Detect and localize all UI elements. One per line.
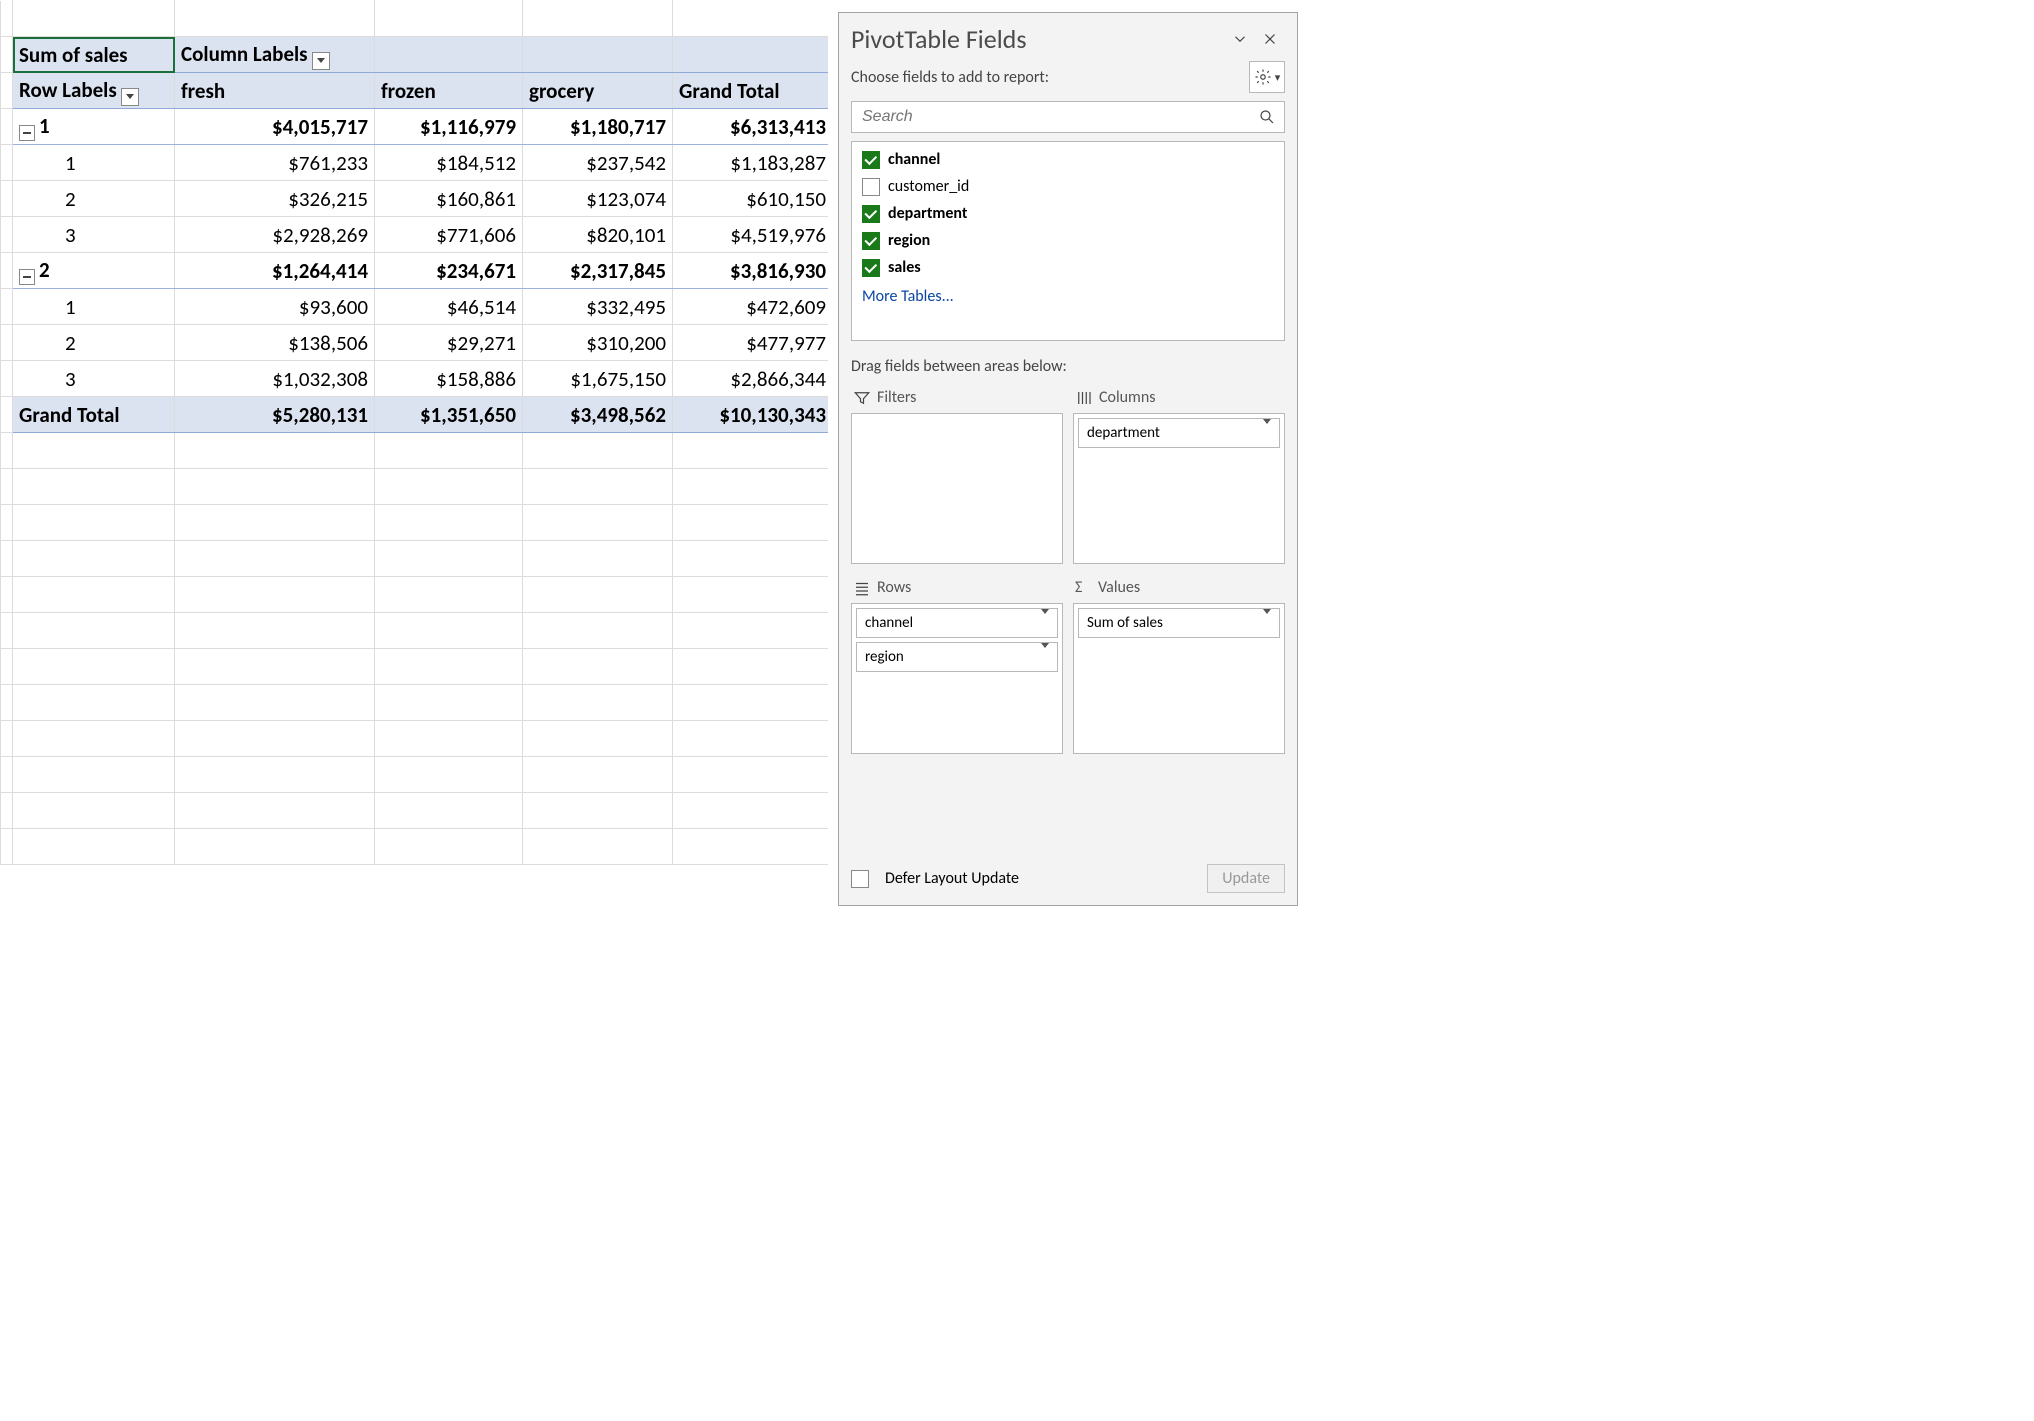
checkbox-icon[interactable] [862, 259, 880, 277]
checkbox-icon[interactable] [862, 205, 880, 223]
cell-row-labels[interactable]: Row Labels [13, 73, 175, 109]
filter-icon [853, 389, 871, 407]
checkbox-icon[interactable] [862, 178, 880, 196]
pivottable-fields-pane: PivotTable Fields Choose fields to add t… [838, 12, 1298, 906]
chevron-down-icon[interactable] [1041, 614, 1049, 632]
close-pane-button[interactable] [1255, 25, 1285, 53]
field-customer-id[interactable]: customer_id [852, 173, 1284, 200]
collapse-icon[interactable] [19, 269, 35, 285]
col-header-fresh[interactable]: fresh [175, 73, 375, 109]
col-header-frozen[interactable]: frozen [375, 73, 523, 109]
table-row[interactable]: 2 [13, 325, 175, 361]
filters-area[interactable]: Filters [851, 384, 1063, 564]
field-channel[interactable]: channel [852, 146, 1284, 173]
area-field-sum-of-sales[interactable]: Sum of sales [1078, 608, 1280, 638]
collapse-pane-button[interactable] [1225, 25, 1255, 53]
chevron-down-icon[interactable] [1263, 614, 1271, 632]
area-field-region[interactable]: region [856, 642, 1058, 672]
drag-hint: Drag fields between areas below: [839, 351, 1297, 384]
row-grand-total[interactable]: Grand Total [13, 397, 175, 433]
field-sales[interactable]: sales [852, 254, 1284, 281]
col-header-grand-total[interactable]: Grand Total [673, 73, 829, 109]
cell-column-labels[interactable]: Column Labels [175, 37, 375, 73]
field-search-box[interactable] [851, 101, 1285, 133]
chevron-down-icon[interactable] [1263, 424, 1271, 442]
table-row[interactable]: 2 [13, 181, 175, 217]
rows-area[interactable]: Rows channel region [851, 574, 1063, 754]
chevron-down-icon[interactable] [1041, 648, 1049, 666]
more-tables-link[interactable]: More Tables... [852, 281, 1284, 312]
spreadsheet-grid[interactable]: Sum of sales Column Labels Row Labels fr… [0, 0, 828, 910]
field-department[interactable]: department [852, 200, 1284, 227]
cell-sum-of-sales[interactable]: Sum of sales [13, 37, 175, 73]
rows-icon [853, 579, 871, 597]
table-row[interactable]: 1 [13, 289, 175, 325]
checkbox-icon[interactable] [862, 232, 880, 250]
pane-title: PivotTable Fields [851, 23, 1225, 55]
row-group-1[interactable]: 1 [13, 109, 175, 145]
field-list[interactable]: channel customer_id department region sa… [851, 141, 1285, 341]
checkbox-icon[interactable] [862, 151, 880, 169]
table-row[interactable]: 1 [13, 145, 175, 181]
row-labels-dropdown[interactable] [121, 88, 139, 106]
table-row[interactable]: 3 [13, 217, 175, 253]
collapse-icon[interactable] [19, 125, 35, 141]
table-row[interactable]: 3 [13, 361, 175, 397]
columns-icon [1075, 389, 1093, 407]
search-input[interactable] [860, 107, 1258, 127]
update-button[interactable]: Update [1207, 864, 1285, 893]
field-region[interactable]: region [852, 227, 1284, 254]
sigma-icon: Σ [1075, 578, 1082, 597]
area-field-channel[interactable]: channel [856, 608, 1058, 638]
choose-fields-hint: Choose fields to add to report: [851, 68, 1049, 87]
defer-layout-label: Defer Layout Update [885, 869, 1207, 888]
defer-layout-checkbox[interactable] [851, 870, 869, 888]
area-field-department[interactable]: department [1078, 418, 1280, 448]
field-list-options-button[interactable]: ▾ [1249, 61, 1285, 93]
row-group-2[interactable]: 2 [13, 253, 175, 289]
col-header-grocery[interactable]: grocery [523, 73, 673, 109]
column-labels-dropdown[interactable] [312, 52, 330, 70]
search-icon [1258, 108, 1276, 126]
values-area[interactable]: Σ Values Sum of sales [1073, 574, 1285, 754]
columns-area[interactable]: Columns department [1073, 384, 1285, 564]
